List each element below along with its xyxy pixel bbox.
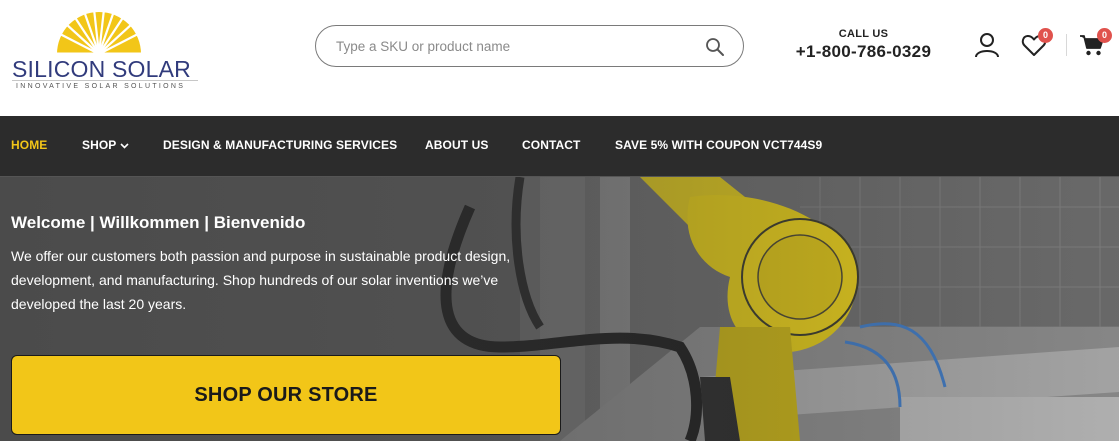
nav-item-design-manufacturing[interactable]: DESIGN & MANUFACTURING SERVICES [163,138,397,152]
nav-item-shop-label: SHOP [82,138,117,152]
nav-item-contact[interactable]: CONTACT [522,138,580,152]
header-divider [1066,34,1067,56]
call-us-label: CALL US [838,28,889,40]
call-us-block: CALL US +1-800-786-0329 [791,28,936,62]
nav-item-coupon[interactable]: SAVE 5% WITH COUPON VCT744S9 [615,138,822,152]
main-navigation: HOME SHOP DESIGN & MANUFACTURING SERVICE… [0,116,1119,176]
search-icon[interactable] [705,37,725,57]
shop-our-store-button[interactable]: SHOP OUR STORE [11,355,561,435]
brand-name: SILICON SOLAR [12,56,191,82]
brand-tagline: INNOVATIVE SOLAR SOLUTIONS [16,83,186,90]
user-icon[interactable] [974,32,1000,58]
hero-banner: Welcome | Willkommen | Bienvenido We off… [0,177,1119,441]
nav-item-home[interactable]: HOME [11,138,47,152]
sun-logo-icon [52,8,146,56]
wishlist-count-badge: 0 [1038,28,1053,43]
site-logo[interactable]: SILICON SOLAR INNOVATIVE SOLAR SOLUTIONS [10,4,200,96]
site-header: SILICON SOLAR INNOVATIVE SOLAR SOLUTIONS… [0,0,1119,116]
nav-item-about-us[interactable]: ABOUT US [425,138,488,152]
chevron-down-icon [120,143,129,149]
nav-item-shop[interactable]: SHOP [82,138,129,152]
hero-description: We offer our customers both passion and … [11,248,511,312]
hero-title: Welcome | Willkommen | Bienvenido [11,213,306,232]
search-bar [315,25,744,67]
search-input[interactable] [336,36,696,56]
cart-count-badge: 0 [1097,28,1112,43]
phone-number-link[interactable]: +1-800-786-0329 [791,42,936,62]
logo-divider [12,80,198,81]
